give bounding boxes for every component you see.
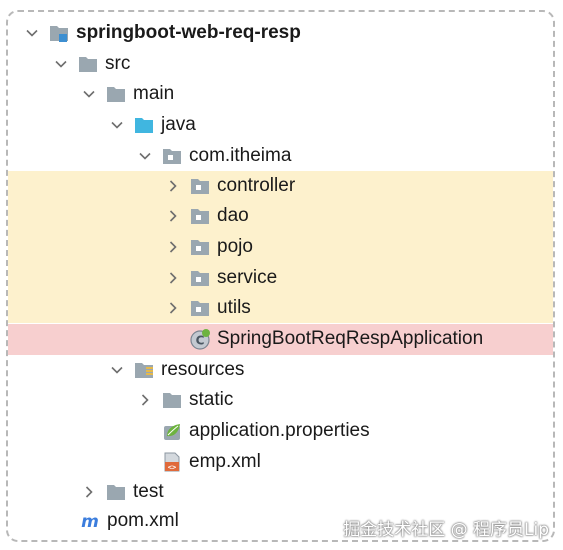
chevron-right-icon[interactable] [135, 390, 155, 410]
tree-node-root[interactable]: springboot-web-req-resp [22, 18, 301, 48]
chevron-right-icon[interactable] [163, 206, 183, 226]
tree-node-java[interactable]: java [107, 110, 196, 140]
tree-node-static[interactable]: static [135, 385, 233, 415]
tree-node-emp-xml[interactable]: <> emp.xml [161, 447, 261, 477]
tree-node-label: springboot-web-req-resp [76, 22, 301, 43]
tree-node-label: pom.xml [107, 510, 179, 531]
chevron-right-icon[interactable] [163, 298, 183, 318]
tree-node-label: src [105, 53, 131, 74]
tree-node-app-class[interactable]: C SpringBootReqRespApplication [189, 324, 483, 354]
chevron-down-icon[interactable] [107, 115, 127, 135]
package-icon [161, 145, 183, 167]
tree-node-controller[interactable]: controller [163, 171, 295, 201]
xml-file-icon: <> [161, 451, 183, 473]
tree-node-main[interactable]: main [79, 79, 174, 109]
tree-node-label: java [161, 114, 196, 135]
package-icon [189, 236, 211, 258]
maven-icon: m [79, 510, 101, 532]
tree-node-label: controller [217, 175, 296, 196]
package-icon [189, 267, 211, 289]
project-tree-panel: springboot-web-req-resp src main java co… [6, 10, 555, 542]
spring-boot-class-icon: C [189, 328, 211, 350]
resources-folder-icon [133, 359, 155, 381]
tree-node-utils[interactable]: utils [163, 293, 251, 323]
spring-properties-icon [161, 420, 183, 442]
tree-node-label: static [189, 389, 234, 410]
tree-node-label: test [133, 481, 164, 502]
chevron-down-icon[interactable] [51, 54, 71, 74]
package-icon [189, 175, 211, 197]
tree-node-package[interactable]: com.itheima [135, 141, 291, 171]
folder-icon [105, 481, 127, 503]
tree-node-label: pojo [217, 236, 253, 257]
svg-text:m: m [81, 512, 99, 532]
tree-node-label: dao [217, 205, 249, 226]
tree-node-label: resources [161, 359, 245, 380]
folder-icon [105, 83, 127, 105]
tree-node-label: service [217, 267, 278, 288]
tree-node-pojo[interactable]: pojo [163, 232, 253, 262]
tree-node-dao[interactable]: dao [163, 201, 249, 231]
tree-node-label: main [133, 83, 175, 104]
folder-icon [161, 389, 183, 411]
tree-node-label: application.properties [189, 420, 370, 441]
chevron-right-icon[interactable] [163, 176, 183, 196]
svg-text:<>: <> [168, 464, 176, 472]
tree-node-resources[interactable]: resources [107, 355, 244, 385]
chevron-right-icon[interactable] [163, 268, 183, 288]
chevron-down-icon[interactable] [135, 146, 155, 166]
package-icon [189, 297, 211, 319]
chevron-down-icon[interactable] [79, 84, 99, 104]
tree-node-app-properties[interactable]: application.properties [161, 416, 370, 446]
tree-node-label: SpringBootReqRespApplication [217, 328, 484, 349]
tree-node-label: emp.xml [189, 451, 261, 472]
tree-node-label: utils [217, 297, 251, 318]
package-icon [189, 205, 211, 227]
chevron-down-icon[interactable] [22, 23, 42, 43]
chevron-right-icon[interactable] [79, 482, 99, 502]
chevron-right-icon[interactable] [163, 237, 183, 257]
watermark: 掘金技术社区 @ 程序员Lip [343, 520, 549, 540]
tree-node-src[interactable]: src [51, 49, 130, 79]
tree-node-pom[interactable]: m pom.xml [79, 506, 179, 536]
module-folder-icon [48, 22, 70, 44]
tree-node-label: com.itheima [189, 145, 292, 166]
tree-node-service[interactable]: service [163, 263, 277, 293]
chevron-down-icon[interactable] [107, 360, 127, 380]
source-folder-icon [133, 114, 155, 136]
folder-icon [77, 53, 99, 75]
tree-node-test[interactable]: test [79, 477, 164, 507]
